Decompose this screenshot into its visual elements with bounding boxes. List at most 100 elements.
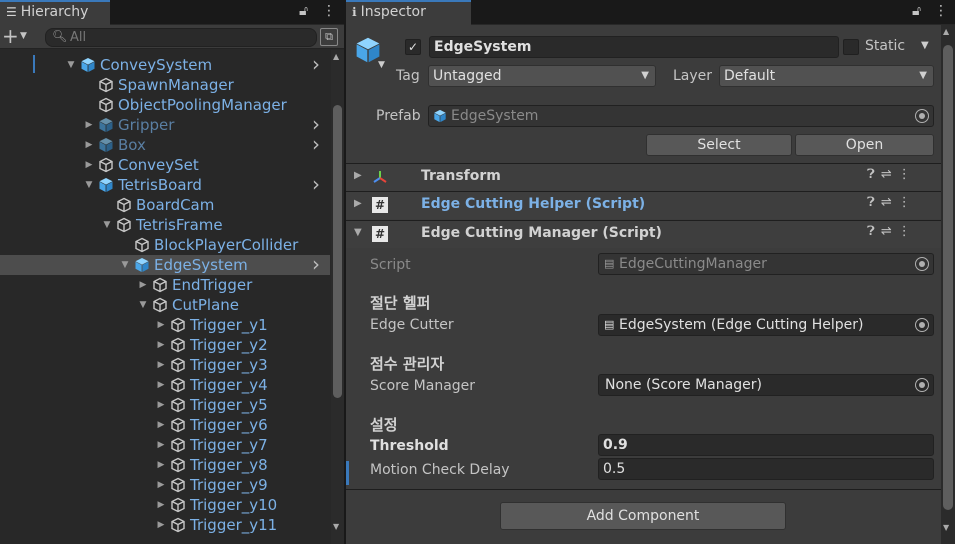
static-dropdown-arrow-icon[interactable]: ▼ xyxy=(921,40,929,51)
hierarchy-row[interactable]: BoardCam xyxy=(0,195,330,215)
expand-arrow-icon[interactable]: ▼ xyxy=(102,215,112,235)
hierarchy-row[interactable]: ▼ EdgeSystem › xyxy=(0,254,330,275)
static-checkbox[interactable] xyxy=(843,39,859,55)
hierarchy-search-input[interactable]: 🔍︎ All xyxy=(45,28,317,47)
threshold-field[interactable]: 0.9 xyxy=(598,434,934,456)
object-name-field[interactable]: EdgeSystem xyxy=(429,36,839,58)
hierarchy-panel: ☰ Hierarchy 🔓︎ ⋮ + ▼ 🔍︎ All ⧉ ▼ ConveySyst… xyxy=(0,0,344,544)
scene-search-toggle-icon[interactable]: ⧉ xyxy=(320,28,338,46)
open-prefab-arrow-icon[interactable]: › xyxy=(312,54,320,74)
select-button[interactable]: Select xyxy=(646,134,792,156)
hierarchy-row[interactable]: ▼ TetrisFrame xyxy=(0,215,330,235)
expand-arrow-icon[interactable]: ▼ xyxy=(120,255,130,275)
collapse-arrow-icon[interactable]: ▶ xyxy=(156,355,166,375)
hierarchy-row[interactable]: ▶ Box › xyxy=(0,134,330,155)
collapse-arrow-icon[interactable]: ▶ xyxy=(156,455,166,475)
collapse-arrow-icon[interactable]: ▶ xyxy=(156,335,166,355)
collapse-arrow-icon[interactable]: ▶ xyxy=(156,415,166,435)
component-tools[interactable]: ❓︎⇌⋮ xyxy=(867,167,917,182)
hierarchy-row[interactable]: ▶ Trigger_y5 xyxy=(0,395,330,415)
icon-dropdown-arrow-icon[interactable]: ▼ xyxy=(378,60,385,70)
active-checkbox[interactable]: ✓ xyxy=(405,39,421,55)
hierarchy-row[interactable]: ▶ Gripper › xyxy=(0,114,330,135)
inspector-lock-icon[interactable]: 🔓︎ xyxy=(912,3,921,19)
hierarchy-row[interactable]: ▶ Trigger_y1 xyxy=(0,315,330,335)
hierarchy-row[interactable]: ▼ CutPlane xyxy=(0,295,330,315)
hierarchy-row[interactable]: ▶ Trigger_y2 xyxy=(0,335,330,355)
helper-component-header[interactable]: ▶ # Edge Cutting Helper (Script) ❓︎⇌⋮ xyxy=(346,191,941,219)
hierarchy-row[interactable]: ▶ Trigger_y6 xyxy=(0,415,330,435)
edge-cutter-picker-icon[interactable] xyxy=(915,318,929,332)
hierarchy-row[interactable]: ▼ TetrisBoard › xyxy=(0,174,330,195)
create-plus-icon[interactable]: + xyxy=(2,25,19,47)
open-prefab-arrow-icon[interactable]: › xyxy=(312,114,320,134)
hierarchy-row[interactable]: ▶ Trigger_y8 xyxy=(0,455,330,475)
collapse-arrow-icon[interactable]: ▶ xyxy=(156,435,166,455)
expand-arrow-icon[interactable]: ▼ xyxy=(138,295,148,315)
collapse-arrow-icon[interactable]: ▶ xyxy=(156,395,166,415)
hierarchy-row[interactable]: ▶ Trigger_y10 xyxy=(0,495,330,515)
section-header-cutter: 절단 헬퍼 xyxy=(370,294,431,312)
settings-sliders-icon: ⇌ xyxy=(880,195,898,210)
score-manager-field[interactable]: None (Score Manager) xyxy=(598,374,934,396)
hierarchy-tab[interactable]: ☰ Hierarchy xyxy=(0,0,110,25)
transform-component-header[interactable]: ▶ Transform ❓︎⇌⋮ xyxy=(346,163,941,191)
open-prefab-arrow-icon[interactable]: › xyxy=(312,254,320,274)
expand-arrow-icon[interactable]: ▼ xyxy=(66,55,76,75)
helper-title[interactable]: Edge Cutting Helper (Script) xyxy=(421,196,645,212)
edge-cutter-field[interactable]: ▤ EdgeSystem (Edge Cutting Helper) xyxy=(598,314,934,336)
inspector-tab-label: Inspector xyxy=(360,4,426,20)
component-tools[interactable]: ❓︎⇌⋮ xyxy=(867,195,917,210)
hierarchy-row[interactable]: ▶ Trigger_y3 xyxy=(0,355,330,375)
collapse-arrow-icon[interactable]: ▶ xyxy=(354,170,362,181)
hierarchy-row[interactable]: ▶ ConveySet xyxy=(0,155,330,175)
manager-component-header[interactable]: ▼ # Edge Cutting Manager (Script) ❓︎⇌⋮ xyxy=(346,220,941,248)
expand-arrow-icon[interactable]: ▼ xyxy=(84,175,94,195)
hierarchy-row[interactable]: ▶ Trigger_y7 xyxy=(0,435,330,455)
collapse-arrow-icon[interactable]: ▶ xyxy=(156,475,166,495)
scroll-down-arrow-icon[interactable]: ▼ xyxy=(333,522,339,531)
hierarchy-row[interactable]: BlockPlayerCollider xyxy=(0,235,330,255)
collapse-arrow-icon[interactable]: ▶ xyxy=(84,135,94,155)
scroll-up-arrow-icon[interactable]: ▲ xyxy=(333,52,339,61)
inspector-scroll-thumb[interactable] xyxy=(943,45,953,510)
expand-arrow-icon[interactable]: ▼ xyxy=(354,227,362,238)
open-button[interactable]: Open xyxy=(795,134,934,156)
score-manager-picker-icon[interactable] xyxy=(915,378,929,392)
open-prefab-arrow-icon[interactable]: › xyxy=(312,174,320,194)
collapse-arrow-icon[interactable]: ▶ xyxy=(354,198,362,209)
open-prefab-arrow-icon[interactable]: › xyxy=(312,134,320,154)
hierarchy-scroll-thumb[interactable] xyxy=(333,105,342,398)
hierarchy-row-label: TetrisFrame xyxy=(136,216,223,234)
hierarchy-row[interactable]: ▶ Trigger_y9 xyxy=(0,475,330,495)
lock-icon[interactable]: 🔓︎ xyxy=(299,3,308,19)
create-dropdown-arrow-icon[interactable]: ▼ xyxy=(20,31,27,41)
component-tools[interactable]: ❓︎⇌⋮ xyxy=(867,224,917,239)
inspector-tab[interactable]: ℹ Inspector xyxy=(346,0,471,25)
layer-dropdown[interactable]: Default ▼ xyxy=(719,65,934,87)
collapse-arrow-icon[interactable]: ▶ xyxy=(156,315,166,335)
tag-dropdown[interactable]: Untagged ▼ xyxy=(428,65,656,87)
kebab-menu-icon[interactable]: ⋮ xyxy=(322,3,336,19)
hierarchy-row[interactable]: ObjectPoolingManager xyxy=(0,95,330,115)
hierarchy-row[interactable]: SpawnManager xyxy=(0,75,330,95)
collapse-arrow-icon[interactable]: ▶ xyxy=(156,375,166,395)
inspector-kebab-icon[interactable]: ⋮ xyxy=(934,3,948,19)
motion-check-delay-field[interactable]: 0.5 xyxy=(598,458,934,480)
collapse-arrow-icon[interactable]: ▶ xyxy=(138,275,148,295)
scroll-down-arrow-icon[interactable]: ▼ xyxy=(943,523,949,532)
hierarchy-row[interactable]: ▶ Trigger_y11 xyxy=(0,515,330,535)
prefab-field[interactable]: EdgeSystem xyxy=(428,105,934,127)
hierarchy-row[interactable]: ▼ ConveySystem › xyxy=(0,54,330,75)
scroll-up-arrow-icon[interactable]: ▲ xyxy=(943,27,949,36)
hierarchy-row[interactable]: ▶ Trigger_y4 xyxy=(0,375,330,395)
prefab-picker-icon[interactable] xyxy=(915,109,929,123)
collapse-arrow-icon[interactable]: ▶ xyxy=(156,515,166,535)
collapse-arrow-icon[interactable]: ▶ xyxy=(84,155,94,175)
hierarchy-scrollbar[interactable]: ▲ ▼ xyxy=(331,50,344,544)
collapse-arrow-icon[interactable]: ▶ xyxy=(156,495,166,515)
collapse-arrow-icon[interactable]: ▶ xyxy=(84,115,94,135)
hierarchy-row[interactable]: ▶ EndTrigger xyxy=(0,275,330,295)
add-component-button[interactable]: Add Component xyxy=(500,502,786,530)
inspector-scrollbar[interactable]: ▲ ▼ xyxy=(941,25,955,544)
